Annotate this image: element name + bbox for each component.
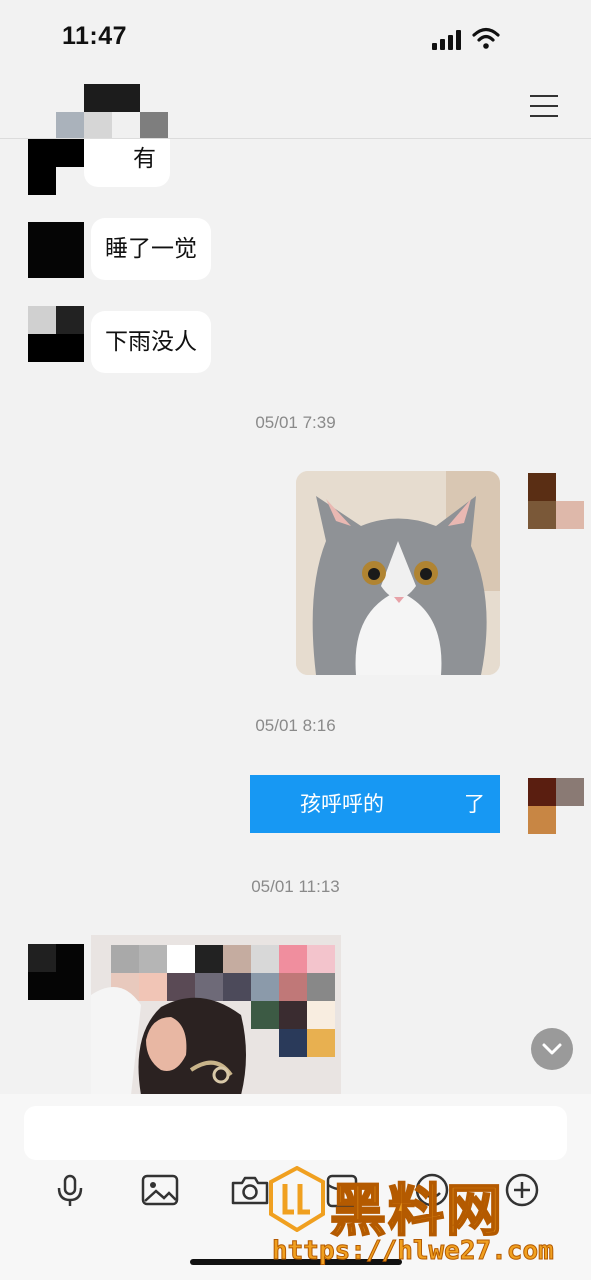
chat-messages[interactable]: 有 睡了一觉 下雨没人 05/01 7:39 05/01 8:16 孩呼呼的 了… [0,139,591,1094]
message-text: 下雨没人 [105,329,197,355]
my-message-bubble[interactable]: 孩呼呼的 了 [250,775,500,833]
signal-icon [432,30,464,50]
photo-message-image[interactable] [91,935,341,1094]
message-text: 孩呼呼的 [300,792,384,816]
chat-header [0,80,591,139]
red-packet-icon[interactable] [322,1172,362,1208]
timestamp: 05/01 7:39 [255,413,336,432]
chevron-down-icon [542,1043,562,1055]
timestamp: 05/01 11:13 [251,877,340,896]
avatar[interactable] [28,139,84,195]
message-bubble[interactable]: 有 [84,139,170,187]
plus-icon[interactable] [502,1172,542,1208]
menu-icon[interactable] [530,95,558,117]
camera-icon[interactable] [230,1172,270,1208]
scroll-to-bottom-button[interactable] [531,1028,573,1070]
message-input[interactable] [24,1106,567,1160]
timestamp: 05/01 8:16 [255,716,336,735]
redacted-block [394,775,464,833]
input-area [0,1094,591,1280]
avatar[interactable] [28,306,84,362]
microphone-icon[interactable] [50,1172,90,1208]
emoji-icon[interactable] [412,1172,452,1208]
wifi-icon [472,27,500,49]
home-indicator [190,1259,402,1265]
message-text: 了 [464,792,485,816]
contact-name-pixelated [56,82,168,138]
avatar[interactable] [28,944,84,1000]
my-avatar[interactable] [528,473,584,529]
avatar[interactable] [28,222,84,278]
message-text: 睡了一觉 [105,236,197,262]
cat-sticker-image[interactable] [296,471,500,675]
message-text: 有 [133,146,156,172]
message-bubble[interactable]: 下雨没人 [91,311,211,373]
status-time: 11:47 [62,22,128,50]
image-icon[interactable] [140,1172,180,1208]
my-avatar[interactable] [528,778,584,834]
message-bubble[interactable]: 睡了一觉 [91,218,211,280]
status-bar: 11:47 [0,0,591,80]
